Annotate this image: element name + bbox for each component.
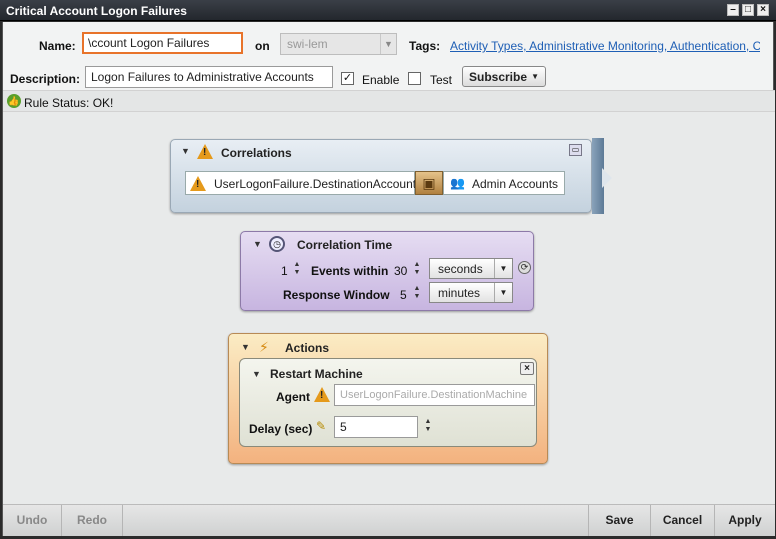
correlation-time-title: Correlation Time bbox=[297, 238, 393, 252]
remove-action-icon[interactable]: × bbox=[520, 362, 534, 375]
subscribe-label: Subscribe bbox=[469, 70, 528, 84]
rule-editor: Name: \ccount Logon Failures on swi-lem … bbox=[2, 22, 775, 536]
response-unit-select[interactable]: minutes ▼ bbox=[429, 282, 513, 303]
actions-panel: ▼ ⚡ Actions ▼ Restart Machine × Agent ! … bbox=[228, 333, 548, 464]
lightning-icon: ⚡ bbox=[259, 339, 269, 355]
enable-label: Enable bbox=[362, 73, 400, 87]
agent-label: Agent bbox=[276, 390, 310, 404]
minimize-icon[interactable]: – bbox=[727, 4, 739, 16]
window-title: Critical Account Logon Failures bbox=[6, 4, 187, 18]
subscribe-dropdown[interactable]: Subscribe ▼ bbox=[462, 66, 546, 87]
timer-settings-icon[interactable]: ⟳ bbox=[518, 261, 531, 274]
correlation-field[interactable]: ! UserLogonFailure.DestinationAccount bbox=[185, 171, 417, 195]
test-checkbox[interactable] bbox=[408, 72, 421, 85]
response-unit-value: minutes bbox=[438, 286, 481, 300]
redo-button[interactable]: Redo bbox=[61, 505, 123, 536]
action-title: Restart Machine bbox=[270, 367, 363, 381]
within-value[interactable]: 30 bbox=[394, 264, 407, 278]
save-button[interactable]: Save bbox=[588, 505, 650, 536]
arrow-right-icon bbox=[602, 168, 612, 188]
package-icon[interactable]: ▣ bbox=[415, 171, 443, 195]
correlation-target[interactable]: 👥 Admin Accounts bbox=[443, 171, 565, 195]
delay-label: Delay (sec) bbox=[249, 422, 313, 436]
name-input[interactable]: \ccount Logon Failures bbox=[82, 32, 243, 54]
events-within-label: Events within bbox=[311, 264, 389, 278]
edit-icon[interactable]: ✎ bbox=[316, 419, 326, 433]
rule-status-bar: 👍 Rule Status: OK! bbox=[3, 90, 775, 112]
tags-label: Tags: bbox=[409, 39, 441, 53]
response-value[interactable]: 5 bbox=[400, 288, 407, 302]
collapse-icon[interactable]: ▼ bbox=[241, 342, 250, 352]
on-select[interactable]: swi-lem ▼ bbox=[280, 33, 397, 55]
correlations-title: Correlations bbox=[221, 146, 292, 160]
delay-input[interactable]: 5 bbox=[334, 416, 418, 438]
chevron-down-icon: ▼ bbox=[494, 259, 512, 278]
events-count-stepper[interactable]: ▲ ▼ bbox=[292, 261, 302, 279]
bottom-toolbar: Undo Redo Save Cancel Apply bbox=[3, 504, 775, 536]
tags-link[interactable]: Activity Types, Administrative Monitorin… bbox=[450, 39, 760, 53]
window-titlebar: Critical Account Logon Failures bbox=[0, 0, 776, 21]
restart-machine-action: ▼ Restart Machine × Agent ! UserLogonFai… bbox=[239, 358, 537, 447]
within-value-stepper[interactable]: ▲ ▼ bbox=[412, 261, 422, 279]
response-window-label: Response Window bbox=[283, 288, 390, 302]
correlation-field-text: UserLogonFailure.DestinationAccount bbox=[214, 177, 417, 191]
collapse-icon[interactable]: ▼ bbox=[181, 146, 190, 156]
on-select-value: swi-lem bbox=[287, 37, 328, 51]
apply-button[interactable]: Apply bbox=[714, 505, 775, 536]
rule-status-text: Rule Status: OK! bbox=[24, 96, 114, 110]
cancel-button[interactable]: Cancel bbox=[650, 505, 714, 536]
collapse-icon[interactable]: ▼ bbox=[253, 239, 262, 249]
within-unit-select[interactable]: seconds ▼ bbox=[429, 258, 513, 279]
chevron-down-icon: ▼ bbox=[494, 283, 512, 302]
warning-icon: ! bbox=[314, 387, 330, 402]
chevron-down-icon: ▼ bbox=[531, 72, 539, 81]
events-count[interactable]: 1 bbox=[281, 264, 288, 278]
name-label: Name: bbox=[39, 39, 76, 53]
agent-input[interactable]: UserLogonFailure.DestinationMachine bbox=[334, 384, 535, 406]
actions-title: Actions bbox=[285, 341, 330, 355]
on-label: on bbox=[255, 39, 270, 53]
test-label: Test bbox=[430, 73, 453, 87]
comment-icon[interactable]: ▭ bbox=[569, 144, 582, 156]
undo-button[interactable]: Undo bbox=[3, 505, 61, 536]
users-icon: 👥 bbox=[450, 176, 465, 190]
warning-icon: ! bbox=[197, 144, 213, 159]
thumbs-up-icon: 👍 bbox=[7, 94, 21, 108]
delay-stepper[interactable]: ▲ ▼ bbox=[423, 418, 433, 436]
description-input[interactable]: Logon Failures to Administrative Account… bbox=[85, 66, 333, 88]
response-value-stepper[interactable]: ▲ ▼ bbox=[412, 285, 422, 303]
clock-icon: ◷ bbox=[269, 236, 285, 252]
maximize-icon[interactable]: □ bbox=[742, 4, 754, 16]
enable-checkbox[interactable]: ✓ bbox=[341, 72, 354, 85]
correlation-target-text: Admin Accounts bbox=[472, 177, 559, 191]
collapse-icon[interactable]: ▼ bbox=[252, 369, 261, 379]
chevron-down-icon: ▼ bbox=[380, 34, 396, 54]
correlation-time-panel: ▼ ◷ Correlation Time 1 ▲ ▼ Events within … bbox=[240, 231, 534, 311]
warning-icon: ! bbox=[190, 176, 206, 191]
description-label: Description: bbox=[10, 72, 81, 86]
close-icon[interactable]: × bbox=[757, 4, 769, 16]
within-unit-value: seconds bbox=[438, 262, 483, 276]
correlations-panel: ▼ ! Correlations ▭ ! UserLogonFailure.De… bbox=[170, 138, 612, 214]
